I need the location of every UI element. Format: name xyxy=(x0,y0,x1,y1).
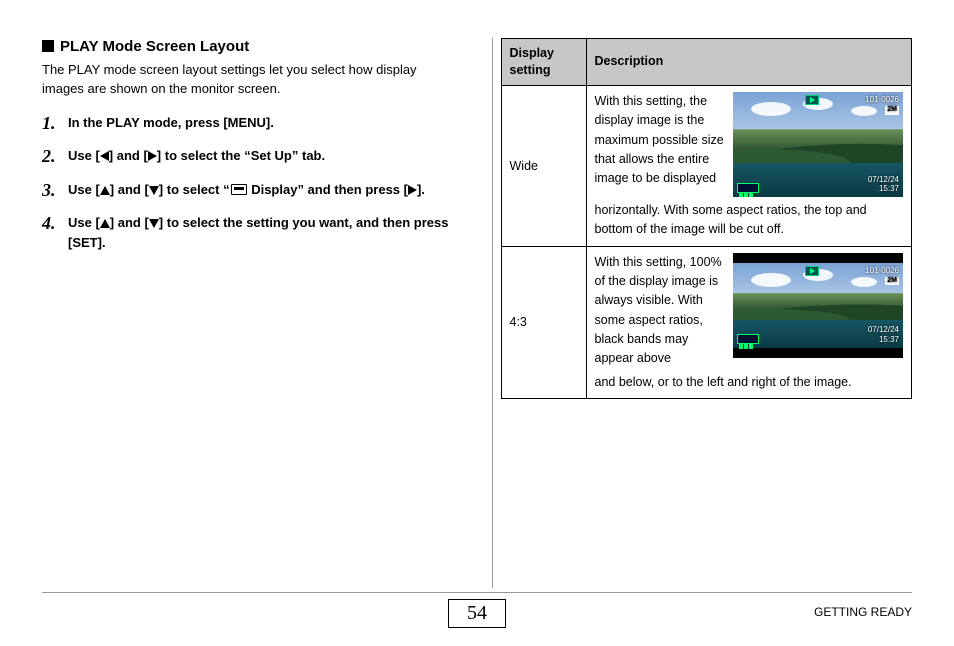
fourthree-desc-after: and below, or to the left and right of t… xyxy=(595,373,904,392)
step-4: Use [] and [] to select the setting you … xyxy=(42,213,454,252)
section-heading: PLAY Mode Screen Layout xyxy=(42,38,454,55)
osd-time: 15:37 xyxy=(879,184,899,193)
osd-date: 07/12/24 xyxy=(868,175,899,184)
fourthree-desc-beside: With this setting, 100% of the display i… xyxy=(595,253,726,369)
steps-list: In the PLAY mode, press [MENU]. Use [ ] a… xyxy=(42,113,454,253)
down-arrow-icon xyxy=(149,219,159,228)
osd-bottom-right: 07/12/24 15:37 xyxy=(868,325,899,344)
osd-folder-file: 101-0026 xyxy=(865,95,899,104)
step-4-text-a: Use [ xyxy=(68,215,100,230)
play-icon xyxy=(805,266,819,276)
step-3-text-d: Display” and then press [ xyxy=(248,182,408,197)
fourthree-preview-image: 101-0026 2M 07/12/24 15:37 xyxy=(733,253,903,358)
left-arrow-icon xyxy=(100,151,109,161)
osd-folder-file: 101-0026 xyxy=(865,266,899,275)
battery-icon xyxy=(737,334,759,344)
step-3-text-a: Use [ xyxy=(68,182,100,197)
osd-date: 07/12/24 xyxy=(868,325,899,334)
header-display-setting: Display setting xyxy=(501,39,586,86)
play-icon xyxy=(805,95,819,105)
page-number: 54 xyxy=(448,599,506,628)
up-arrow-icon xyxy=(100,186,110,195)
osd-bottom-right: 07/12/24 15:37 xyxy=(868,175,899,194)
intro-paragraph: The PLAY mode screen layout settings let… xyxy=(42,61,454,99)
right-arrow-icon xyxy=(148,151,157,161)
step-4-text-b: ] and [ xyxy=(110,215,149,230)
right-arrow-icon xyxy=(408,185,417,195)
footer-section-label: GETTING READY xyxy=(814,605,912,619)
setting-desc-43: With this setting, 100% of the display i… xyxy=(586,246,912,399)
wide-desc-after: horizontally. With some aspect ratios, t… xyxy=(595,201,904,240)
display-settings-table: Display setting Description Wide With th… xyxy=(501,38,913,399)
step-1-text: In the PLAY mode, press [MENU]. xyxy=(68,115,274,130)
setting-desc-wide: With this setting, the display image is … xyxy=(586,85,912,246)
step-3-text-e: ]. xyxy=(417,182,425,197)
osd-top-right: 101-0026 2M xyxy=(865,95,899,115)
square-bullet-icon xyxy=(42,40,54,52)
step-3-text-b: ] and [ xyxy=(110,182,149,197)
step-3-text-c: ] to select “ xyxy=(159,182,230,197)
table-row: Wide With this setting, the display imag… xyxy=(501,85,912,246)
page-footer: 54 GETTING READY xyxy=(42,592,912,628)
down-arrow-icon xyxy=(149,186,159,195)
step-2-text-b: ] and [ xyxy=(109,148,148,163)
step-3: Use [ ] and [ ] to select “ Display” and t… xyxy=(42,180,454,200)
up-arrow-icon xyxy=(100,219,110,228)
step-1: In the PLAY mode, press [MENU]. xyxy=(42,113,454,133)
table-row: 4:3 With this setting, 100% of the displ… xyxy=(501,246,912,399)
table-header-row: Display setting Description xyxy=(501,39,912,86)
section-title-text: PLAY Mode Screen Layout xyxy=(60,38,249,55)
osd-size-badge: 2M xyxy=(885,106,899,114)
step-2: Use [ ] and [ ] to select the “Set Up” tab… xyxy=(42,146,454,166)
osd-time: 15:37 xyxy=(879,335,899,344)
setting-name-wide: Wide xyxy=(501,85,586,246)
setting-name-43: 4:3 xyxy=(501,246,586,399)
step-2-text-a: Use [ xyxy=(68,148,100,163)
step-2-text-c: ] to select the “Set Up” tab. xyxy=(157,148,325,163)
wide-preview-image: 101-0026 2M 07/12/24 15:37 xyxy=(733,92,903,197)
display-icon xyxy=(231,184,247,195)
header-description: Description xyxy=(586,39,912,86)
battery-icon xyxy=(737,183,759,193)
wide-desc-beside: With this setting, the display image is … xyxy=(595,92,726,197)
osd-size-badge: 2M xyxy=(885,277,899,285)
osd-top-right: 101-0026 2M xyxy=(865,266,899,286)
